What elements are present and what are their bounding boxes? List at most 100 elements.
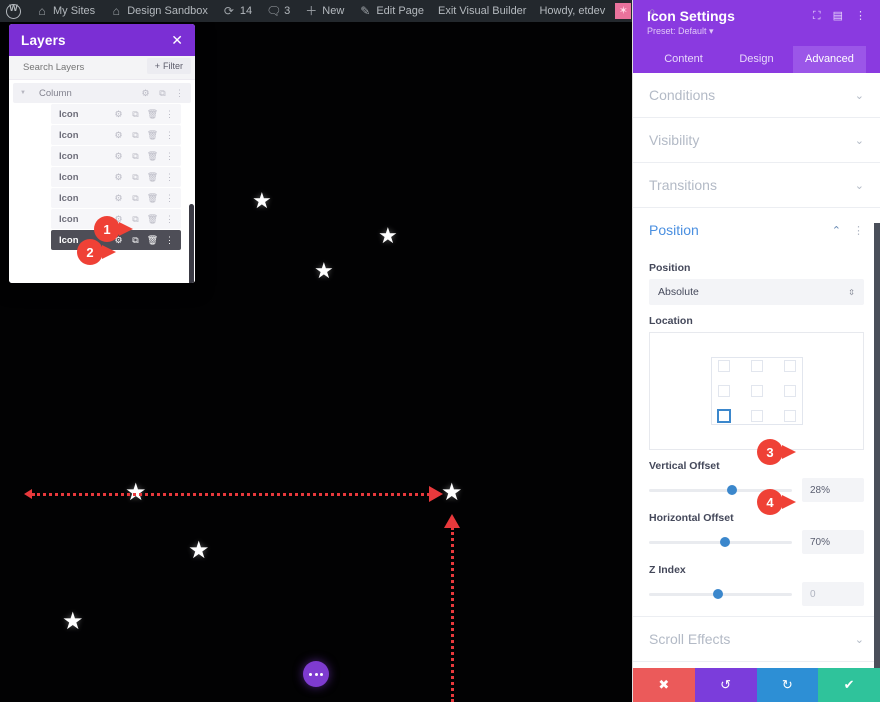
star-icon[interactable]: ★ xyxy=(188,539,210,563)
settings-scrollbar[interactable] xyxy=(874,223,880,668)
section-visibility[interactable]: Visibility ⌄ xyxy=(633,118,880,164)
vertical-offset-value[interactable]: 28% xyxy=(802,478,864,503)
layer-row-icon-2[interactable]: Icon ⚙ ⧉ 🗑 ⋮ xyxy=(51,125,181,145)
kebab-icon[interactable]: ⋮ xyxy=(161,109,178,119)
layer-row-icon-3[interactable]: Icon ⚙ ⧉ 🗑 ⋮ xyxy=(51,146,181,166)
close-icon[interactable]: ✕ xyxy=(171,33,183,47)
admin-bar-item-edit-page[interactable]: ✎ Edit Page xyxy=(351,0,431,22)
slider-knob[interactable] xyxy=(726,485,737,496)
slider-track[interactable] xyxy=(649,589,792,600)
location-cell-top-right[interactable] xyxy=(772,358,802,380)
kebab-icon[interactable]: ⋮ xyxy=(161,130,178,140)
trash-icon[interactable]: 🗑 xyxy=(144,235,161,245)
kebab-icon[interactable]: ⋮ xyxy=(161,214,178,224)
trash-icon[interactable]: 🗑 xyxy=(144,130,161,140)
slider-knob[interactable] xyxy=(712,589,723,600)
section-transitions[interactable]: Transitions ⌄ xyxy=(633,163,880,209)
layer-row-column[interactable]: ▼ Column ⚙ ⧉ ⋮ xyxy=(13,83,191,103)
location-cell-middle-right[interactable] xyxy=(772,380,802,402)
star-icon-selected[interactable]: ★ xyxy=(441,481,463,505)
search-input[interactable] xyxy=(23,62,133,73)
wp-logo-menu[interactable] xyxy=(0,0,28,22)
section-scroll-effects[interactable]: Scroll Effects ⌄ xyxy=(633,616,880,663)
preset-selector[interactable]: Preset: Default ▾ xyxy=(647,26,735,37)
module-options-button[interactable] xyxy=(303,661,329,687)
duplicate-icon[interactable]: ⧉ xyxy=(127,235,144,245)
star-icon[interactable]: ★ xyxy=(252,190,272,212)
chevron-down-icon[interactable]: ⌄ xyxy=(855,89,864,102)
admin-bar-item-updates[interactable]: ⟳ 14 xyxy=(215,0,259,22)
admin-bar-item-my-sites[interactable]: ⌂ My Sites xyxy=(28,0,102,22)
chevron-down-icon[interactable]: ⌄ xyxy=(855,633,864,646)
z-index-value[interactable]: 0 xyxy=(802,582,864,607)
save-button[interactable]: ✔ xyxy=(818,668,880,702)
chevron-up-icon[interactable]: ⌃ xyxy=(832,224,841,237)
admin-bar-search[interactable]: ⌕ xyxy=(638,0,666,22)
redo-button[interactable]: ↻ xyxy=(756,668,819,702)
location-cell-bottom-right[interactable] xyxy=(772,402,802,424)
chevron-down-icon[interactable]: ⌄ xyxy=(855,179,864,192)
kebab-icon[interactable]: ⋮ xyxy=(161,151,178,161)
gear-icon[interactable]: ⚙ xyxy=(110,109,127,119)
kebab-icon[interactable]: ⋮ xyxy=(853,224,864,237)
position-select[interactable]: Absolute ⇳ xyxy=(649,279,864,306)
gear-icon[interactable]: ⚙ xyxy=(110,172,127,182)
location-cell-top-left[interactable] xyxy=(712,358,742,380)
duplicate-icon[interactable]: ⧉ xyxy=(127,151,144,161)
z-index-slider[interactable]: 0 xyxy=(649,582,864,607)
layers-scrollbar[interactable] xyxy=(189,204,194,283)
star-icon[interactable]: ★ xyxy=(314,260,334,282)
admin-bar-item-exit-visual-builder[interactable]: Exit Visual Builder xyxy=(431,0,533,22)
gear-icon[interactable]: ⚙ xyxy=(110,193,127,203)
filter-button[interactable]: + Filter xyxy=(146,58,191,74)
duplicate-icon[interactable]: ⧉ xyxy=(154,88,171,98)
location-cell-middle-left[interactable] xyxy=(712,380,742,402)
section-conditions[interactable]: Conditions ⌄ xyxy=(633,73,880,119)
duplicate-icon[interactable]: ⧉ xyxy=(127,172,144,182)
chevron-down-icon[interactable]: ▼ xyxy=(17,90,29,96)
help-link[interactable]: ? Help xyxy=(633,662,880,668)
trash-icon[interactable]: 🗑 xyxy=(144,214,161,224)
admin-bar-howdy[interactable]: Howdy, etdev ✶ xyxy=(533,0,638,22)
kebab-icon[interactable]: ⋮ xyxy=(161,172,178,182)
icon-settings-panel[interactable]: Icon Settings Preset: Default ▾ ⛶ ▤ ⋮ Co… xyxy=(632,0,880,702)
horizontal-offset-value[interactable]: 70% xyxy=(802,530,864,555)
gear-icon[interactable]: ⚙ xyxy=(110,151,127,161)
tab-content[interactable]: Content xyxy=(647,46,720,73)
duplicate-icon[interactable]: ⧉ xyxy=(127,130,144,140)
location-cell-bottom-center[interactable] xyxy=(742,402,772,424)
duplicate-icon[interactable]: ⧉ xyxy=(127,193,144,203)
kebab-icon[interactable]: ⋮ xyxy=(161,193,178,203)
location-cell-bottom-left-selected[interactable] xyxy=(712,402,742,424)
cancel-button[interactable]: ✖ xyxy=(633,668,695,702)
kebab-icon[interactable]: ⋮ xyxy=(855,11,866,22)
trash-icon[interactable]: 🗑 xyxy=(144,109,161,119)
undo-button[interactable]: ↺ xyxy=(694,668,757,702)
layout-icon[interactable]: ▤ xyxy=(833,11,843,22)
layer-row-icon-1[interactable]: Icon ⚙ ⧉ 🗑 ⋮ xyxy=(51,104,181,124)
trash-icon[interactable]: 🗑 xyxy=(144,193,161,203)
chevron-down-icon[interactable]: ⌄ xyxy=(855,134,864,147)
section-position[interactable]: Position ⌃ ⋮ xyxy=(633,208,880,252)
trash-icon[interactable]: 🗑 xyxy=(144,172,161,182)
kebab-icon[interactable]: ⋮ xyxy=(171,88,188,98)
gear-icon[interactable]: ⚙ xyxy=(110,130,127,140)
responsive-icon[interactable]: ⛶ xyxy=(813,11,821,22)
location-cell-top-center[interactable] xyxy=(742,358,772,380)
slider-track[interactable] xyxy=(649,537,792,548)
admin-bar-item-new[interactable]: ＋ New xyxy=(297,0,351,22)
kebab-icon[interactable]: ⋮ xyxy=(161,235,178,245)
layer-row-icon-4[interactable]: Icon ⚙ ⧉ 🗑 ⋮ xyxy=(51,167,181,187)
slider-knob[interactable] xyxy=(719,537,730,548)
admin-bar-item-site[interactable]: ⌂ Design Sandbox xyxy=(102,0,215,22)
trash-icon[interactable]: 🗑 xyxy=(144,151,161,161)
duplicate-icon[interactable]: ⧉ xyxy=(127,109,144,119)
horizontal-offset-slider[interactable]: 70% xyxy=(649,530,864,555)
tab-advanced[interactable]: Advanced xyxy=(792,46,866,74)
location-cell-center[interactable] xyxy=(742,380,772,402)
location-picker[interactable] xyxy=(649,332,864,451)
star-icon[interactable]: ★ xyxy=(378,225,398,247)
layer-row-icon-5[interactable]: Icon ⚙ ⧉ 🗑 ⋮ xyxy=(51,188,181,208)
admin-bar-item-comments[interactable]: 🗨 3 xyxy=(259,0,297,22)
tab-design[interactable]: Design xyxy=(720,46,793,73)
